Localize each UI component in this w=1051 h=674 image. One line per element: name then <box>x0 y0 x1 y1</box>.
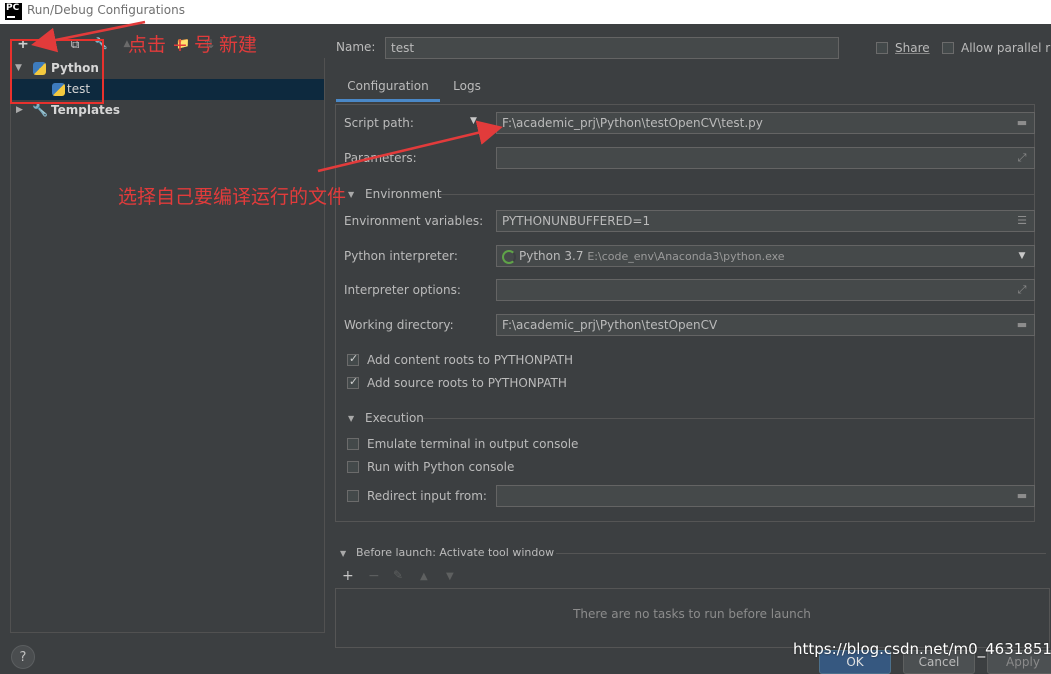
annotation-select-note: 选择自己要编译运行的文件 <box>118 186 347 208</box>
arrow-to-script-path <box>317 120 503 173</box>
annotation-arrows <box>31 20 503 173</box>
annotation-add-note: 点击 + 号 新建 <box>128 34 258 56</box>
